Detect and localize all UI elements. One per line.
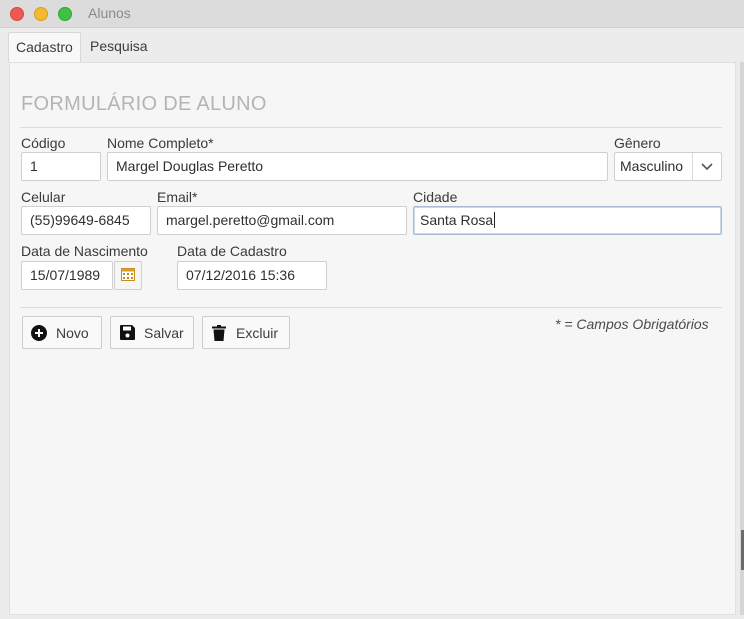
required-fields-note: * = Campos Obrigatórios xyxy=(555,316,709,332)
title-divider xyxy=(20,127,722,128)
tab-cadastro[interactable]: Cadastro xyxy=(8,32,81,62)
title-bar: Alunos xyxy=(0,0,744,28)
minimize-window-button[interactable] xyxy=(34,7,48,21)
cadastro-label: Data de Cadastro xyxy=(177,243,287,259)
salvar-button[interactable]: Salvar xyxy=(110,316,194,349)
codigo-label: Código xyxy=(21,135,66,151)
text-caret xyxy=(494,212,496,228)
novo-button[interactable]: Novo xyxy=(22,316,102,349)
floppy-disk-icon xyxy=(119,325,135,341)
celular-label: Celular xyxy=(21,189,66,205)
celular-field[interactable]: (55)99649-6845 xyxy=(21,206,151,235)
tab-bar: Cadastro Pesquisa xyxy=(0,28,744,62)
genero-label: Gênero xyxy=(614,135,661,151)
excluir-label: Excluir xyxy=(236,324,279,341)
actions-divider xyxy=(20,307,722,308)
codigo-field[interactable]: 1 xyxy=(21,152,101,181)
excluir-button[interactable]: Excluir xyxy=(202,316,290,349)
plus-circle-icon xyxy=(31,324,47,341)
cidade-label: Cidade xyxy=(413,189,458,205)
cidade-field[interactable]: Santa Rosa xyxy=(413,206,722,235)
window-title: Alunos xyxy=(88,5,131,21)
trash-icon xyxy=(211,324,227,341)
genero-select[interactable]: Masculino xyxy=(614,152,722,181)
salvar-label: Salvar xyxy=(144,324,184,341)
novo-label: Novo xyxy=(56,324,89,341)
genero-selected-value: Masculino xyxy=(620,158,684,174)
calendar-button[interactable] xyxy=(114,261,142,290)
calendar-icon xyxy=(121,267,135,284)
nome-field[interactable]: Margel Douglas Peretto xyxy=(107,152,608,181)
nascimento-label: Data de Nascimento xyxy=(21,243,148,259)
nascimento-field[interactable]: 15/07/1989 xyxy=(21,261,113,290)
email-field[interactable]: margel.peretto@gmail.com xyxy=(157,206,407,235)
cidade-value: Santa Rosa xyxy=(420,212,494,228)
tab-pesquisa[interactable]: Pesquisa xyxy=(83,32,155,62)
chevron-down-icon[interactable] xyxy=(692,153,721,180)
nome-label: Nome Completo* xyxy=(107,135,214,151)
maximize-window-button[interactable] xyxy=(58,7,72,21)
email-label: Email* xyxy=(157,189,198,205)
app-window: Alunos Cadastro Pesquisa FORMULÁRIO DE A… xyxy=(0,0,744,619)
cadastro-field[interactable]: 07/12/2016 15:36 xyxy=(177,261,327,290)
close-window-button[interactable] xyxy=(10,7,24,21)
form-title: FORMULÁRIO DE ALUNO xyxy=(21,93,267,115)
